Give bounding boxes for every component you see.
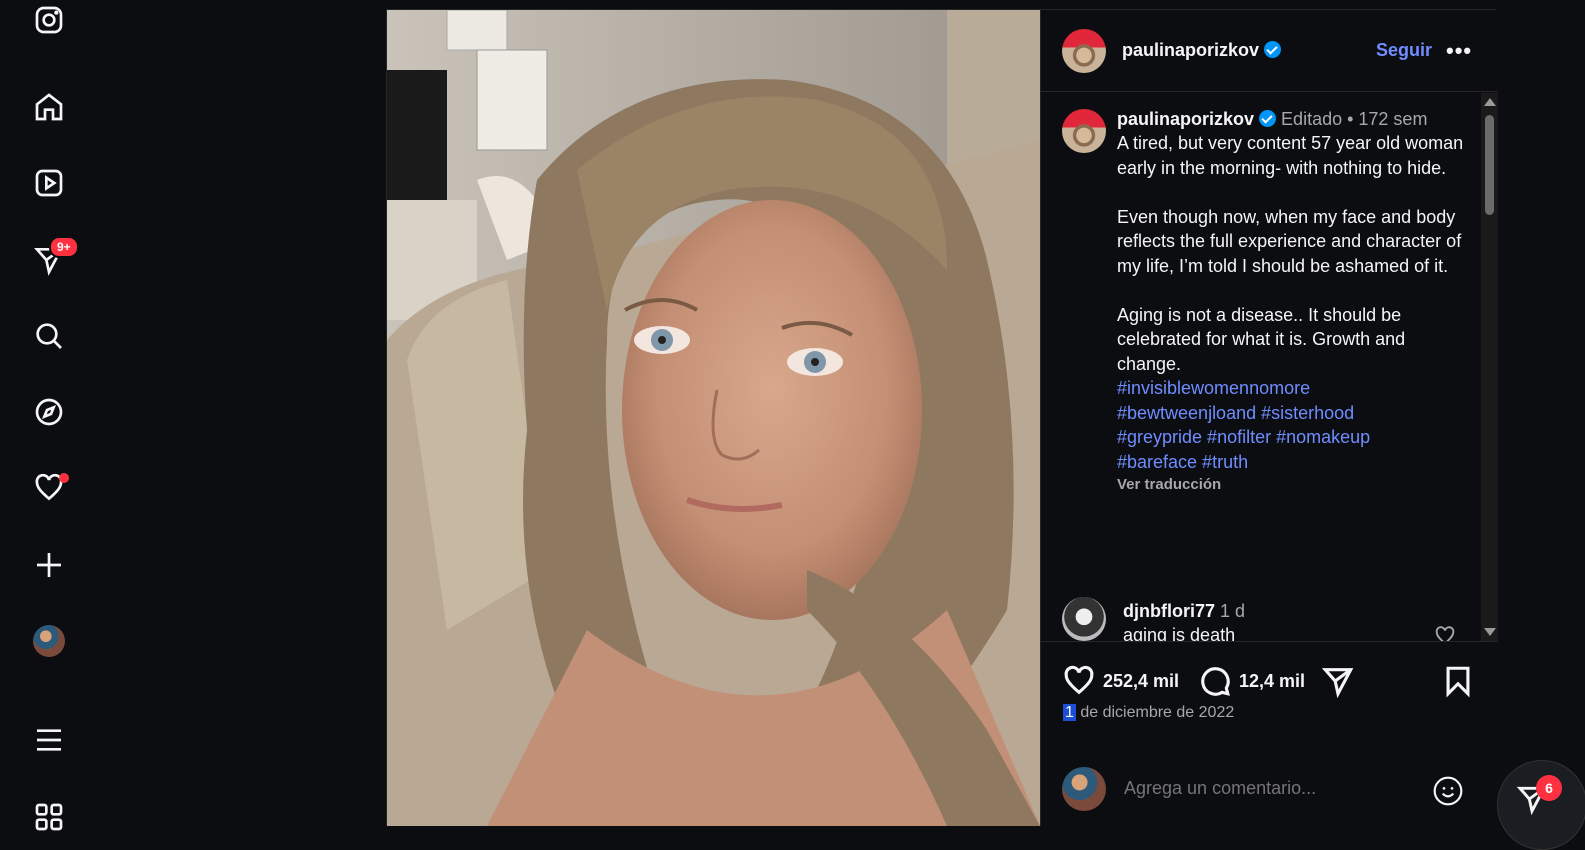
commenter-avatar[interactable] (1062, 597, 1106, 641)
search-icon[interactable] (31, 318, 67, 354)
reels-icon[interactable] (31, 165, 67, 201)
avatar (33, 625, 65, 657)
messages-badge: 9+ (49, 236, 79, 258)
likes-count: 252,4 mil (1103, 670, 1180, 691)
caption-username[interactable]: paulinaporizkov (1117, 109, 1254, 129)
comment-time: 1 d (1220, 601, 1246, 621)
see-translation-link[interactable]: Ver traducción (1117, 476, 1467, 493)
emoji-icon[interactable] (1432, 775, 1464, 807)
hashtag-line[interactable]: #bareface #truth (1117, 450, 1467, 475)
hashtags: #invisiblewomennomore #bewtweenjloand #s… (1117, 376, 1467, 474)
grid-apps-icon[interactable] (31, 799, 67, 835)
scrollbar-thumb[interactable] (1485, 115, 1494, 215)
comment-like-heart-icon[interactable] (1434, 625, 1456, 641)
post-photo[interactable] (387, 10, 1040, 826)
scroll-down-arrow-icon[interactable] (1484, 628, 1496, 636)
explore-icon[interactable] (31, 394, 67, 430)
selected-text-highlight: 1 (1063, 704, 1076, 721)
hashtag-line[interactable]: #bewtweenjloand #sisterhood (1117, 401, 1467, 426)
caption-body: paulinaporizkov Editado • 172 sem A tire… (1117, 109, 1467, 493)
heart-icon (1064, 665, 1094, 695)
sidebar: 9+ (0, 0, 98, 846)
selfie-image (387, 10, 1040, 826)
verified-badge-icon (1259, 110, 1277, 127)
direct-messages-icon[interactable]: 9+ (31, 236, 79, 278)
comment-bubble-icon (1201, 667, 1230, 696)
more-options-icon[interactable]: ••• (1446, 38, 1472, 64)
instagram-logo-icon[interactable] (31, 2, 67, 38)
create-plus-icon[interactable] (31, 547, 67, 583)
verified-badge-icon (1264, 41, 1282, 58)
share-paper-plane-icon (1321, 668, 1354, 698)
like-button[interactable]: 252,4 mil (1062, 664, 1179, 698)
floating-messages-button[interactable]: 6 (1497, 760, 1585, 850)
bookmark-icon (1446, 666, 1470, 698)
comment-button[interactable]: 12,4 mil (1198, 664, 1305, 698)
caption-meta: Editado • 172 sem (1281, 109, 1428, 129)
notifications-heart-icon[interactable] (31, 470, 69, 506)
profile-avatar[interactable] (31, 623, 67, 659)
share-button[interactable] (1321, 664, 1355, 698)
add-comment-bar (1041, 751, 1498, 826)
save-button[interactable] (1441, 664, 1475, 698)
post-actions: 252,4 mil 12,4 mil 1 de diciembre de 202… (1041, 641, 1498, 751)
post-header: paulinaporizkov Seguir ••• (1041, 10, 1498, 92)
caption-author-avatar[interactable] (1062, 109, 1106, 153)
author-username[interactable]: paulinaporizkov (1122, 40, 1282, 61)
post-details-panel: paulinaporizkov Seguir ••• paulinaporizk… (1040, 10, 1498, 826)
comment-body: djnbflori77 1 d aging is death (1123, 599, 1245, 641)
home-icon[interactable] (31, 89, 67, 125)
current-user-avatar (1062, 766, 1106, 811)
commenter-username[interactable]: djnbflori77 (1123, 601, 1215, 621)
hashtag-line[interactable]: #invisiblewomennomore (1117, 376, 1467, 401)
notification-dot (59, 473, 69, 483)
comment-text: aging is death (1123, 625, 1236, 641)
caption-header: paulinaporizkov Editado • 172 sem (1117, 109, 1467, 130)
hashtag-line[interactable]: #greypride #nofilter #nomakeup (1117, 425, 1467, 450)
comments-scrollbar[interactable] (1481, 93, 1498, 641)
menu-hamburger-icon[interactable] (31, 722, 67, 758)
follow-button[interactable]: Seguir (1376, 40, 1432, 61)
comments-count: 12,4 mil (1239, 670, 1306, 691)
post-date: 1 de diciembre de 2022 (1063, 704, 1234, 722)
comments-scroll-area[interactable]: paulinaporizkov Editado • 172 sem A tire… (1041, 93, 1481, 641)
caption-text: A tired, but very content 57 year old wo… (1117, 133, 1464, 374)
floating-messages-badge: 6 (1536, 775, 1562, 801)
author-avatar[interactable] (1062, 28, 1106, 73)
scroll-up-arrow-icon[interactable] (1484, 98, 1496, 106)
post-modal: paulinaporizkov Seguir ••• paulinaporizk… (386, 9, 1498, 826)
post-date-text: de diciembre de 2022 (1075, 704, 1235, 721)
